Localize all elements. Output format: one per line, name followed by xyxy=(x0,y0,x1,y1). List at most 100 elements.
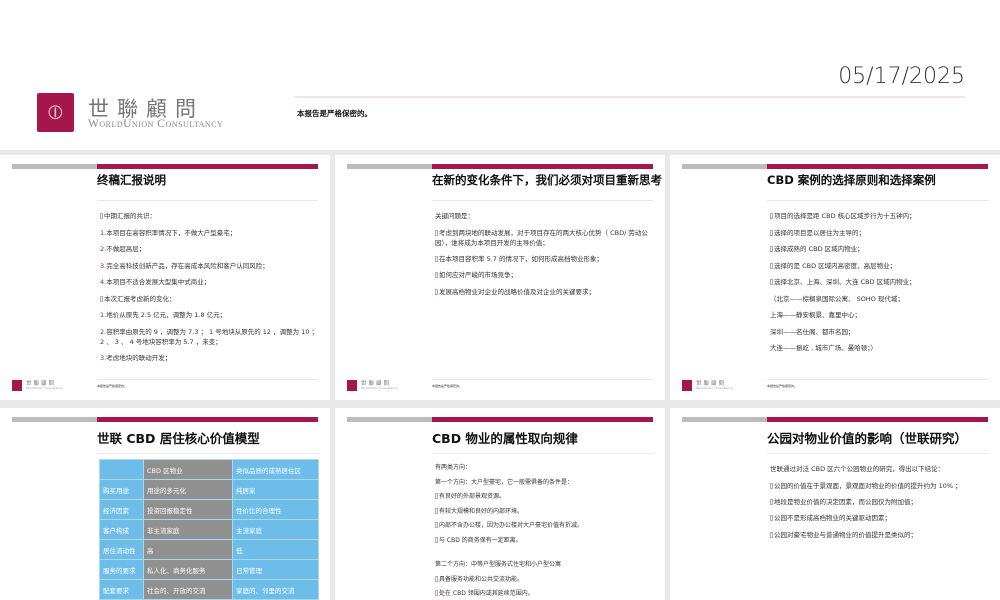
bullet-icon xyxy=(435,575,438,582)
table-cell: 纯居家 xyxy=(232,479,319,500)
table-cell: 投资回报稳定性 xyxy=(143,499,233,520)
list-item: 中期汇报的共识： xyxy=(100,208,320,225)
bullet-icon xyxy=(770,246,773,252)
item-text: 有良好的外部景观资源。 xyxy=(439,493,506,500)
table-cell: 家庭的、邻里的交流 xyxy=(232,579,319,600)
item-text: 完全高科技创新产品，存在高成本风险和客户认同风险； xyxy=(106,261,269,270)
list-item: 如何应对严峻的市场竞争； xyxy=(435,267,655,284)
bullet-icon xyxy=(770,213,773,219)
slide-thumbnail[interactable]: 公园对物业价值的影响（世联研究） 世联通过对泛 CBD 区六个公园物业的研究，得出… xyxy=(670,408,1000,600)
list-item: 在本项目容积率 5.7 的情况下，如何形成高档物业形象； xyxy=(435,251,655,268)
item-text: 公园对豪宅物业与普通物业的价值提升是类似的； xyxy=(774,530,917,539)
list-item: 2.容积率由原先的 9 ，调整为 7.3 ； 1 号地块从原先的 12 ，调整为… xyxy=(100,327,320,347)
slide-thumbnail[interactable]: 终稿汇报说明 中期汇报的共识： 1.本项目在高容积率情况下，不做大户型豪宅； 2.不做… xyxy=(0,155,330,400)
list-item: 2.不做超高层； xyxy=(100,241,320,258)
slide-content: 有两类方向： 第一个方向：大户型豪宅，它一般需俱备的条件是： 有良好的外部景观资源。… xyxy=(435,461,655,600)
list-item: 公园的价值在于景观面，景观面对物业的价值的提升约为 10% ； xyxy=(770,481,990,491)
list-item: 第二个方向：中等户型服务式住宅和小户型公寓 xyxy=(435,558,655,573)
title-divider xyxy=(767,453,988,454)
footer-divider xyxy=(432,379,653,380)
item-text: 考虑地块的联动开发； xyxy=(106,353,172,362)
item-text: 本次汇报考虑新的变化： xyxy=(104,294,176,303)
list-item: 处在 CBD 领围内或其延续范围内。 xyxy=(435,587,655,600)
list-item: 第一个方向：大户型豪宅，它一般需俱备的条件是： xyxy=(435,476,655,491)
item-text: 有较大规模和良好的内部环境。 xyxy=(439,507,524,515)
slide-title: CBD 案例的选择原则和选择案例 xyxy=(767,173,936,187)
table-row: 经济因素 投资回报稳定性 性价比的合理性 xyxy=(99,499,319,520)
footer-logo-english: WorldUnion Consultancy xyxy=(696,386,733,390)
item-text: 公园不是形成高档物业的关键驱动因素； xyxy=(774,514,891,522)
slide-thumbnail[interactable]: CBD 案例的选择原则和选择案例项目的选择是距 CBD 核心区域步行为十五钟内；… xyxy=(670,155,1000,400)
list-item: 1.本项目在高容积率情况下，不做大户型豪宅； xyxy=(100,225,320,242)
list-item: 内部不含办公楼，因为办公楼对大户豪宅价值有折减。 xyxy=(435,519,655,534)
table-cell: 居住流动性 xyxy=(99,539,144,560)
list-item: 发展高档物业对企业的战略价值及对企业的关键要求； xyxy=(435,284,655,301)
bullet-icon xyxy=(770,498,773,505)
logo-english-name: WorldUnion Consultancy xyxy=(88,118,224,130)
list-item: 大连——振屹 , 城市广场、曼哈顿；） xyxy=(770,340,990,357)
list-item: 公园不是形成高档物业的关键驱动因素； xyxy=(770,510,990,527)
list-item: 本次汇报考虑新的变化： xyxy=(100,291,320,308)
slide-content: 项目的选择是距 CBD 核心区域步行为十五钟内； 选择的项目是以居住为主导的； 选择… xyxy=(770,208,990,357)
header-bar-gray xyxy=(682,164,767,169)
footer-logo-icon xyxy=(347,380,357,391)
title-divider xyxy=(97,200,318,201)
table-cell: 类似品质的成熟居住区 xyxy=(232,459,319,480)
item-text: 选择北京、上海、深圳、大连 CBD 区域内物业； xyxy=(774,278,916,286)
list-item: 选择的是 CBD 区域内高密度、高层物业； xyxy=(770,258,990,275)
title-divider xyxy=(432,200,653,201)
item-text: 本项目不适合发展大型集中式商业； xyxy=(106,278,211,286)
report-date: 05/17/2025 xyxy=(838,64,965,89)
item-text: 不做超高层； xyxy=(106,245,146,253)
bullet-icon xyxy=(435,272,438,278)
item-text: 第一个方向：大户型豪宅，它一般需俱备的条件是： xyxy=(435,478,574,486)
item-text: 世联通过对泛 CBD 区六个公园物业的研究，得出以下结论： xyxy=(770,465,945,473)
slide-content: 世联通过对泛 CBD 区六个公园物业的研究，得出以下结论： 公园的价值在于景观面，… xyxy=(770,461,990,543)
item-text: 深圳——名仕阁、都市名园； xyxy=(770,327,855,336)
item-text: 第二个方向：中等户型服务式住宅和小户型公寓 xyxy=(435,561,562,568)
list-item: 具备服务功能和公共交流功能。 xyxy=(435,573,655,588)
bullet-icon xyxy=(435,507,438,514)
footer-divider xyxy=(767,379,988,380)
item-text: 与 CBD 的商务保有一定距离。 xyxy=(439,536,522,544)
table-row: 服务的要求 私人化、商务化服务 日常管理 xyxy=(99,559,319,580)
list-item: （北京——棕榈泉国际公寓、 SOHO 现代城； xyxy=(770,291,990,308)
bullet-icon xyxy=(435,255,438,262)
header-bar-accent xyxy=(432,164,653,169)
footer-logo-english: WorldUnion Consultancy xyxy=(361,386,398,390)
table-cell: 经济因素 xyxy=(99,499,144,520)
item-text: 选择成熟的 CBD 区域内物业； xyxy=(774,245,864,253)
list-item: 3.完全高科技创新产品，存在高成本风险和客户认同风险； xyxy=(100,258,320,275)
slide-content: 中期汇报的共识： 1.本项目在高容积率情况下，不做大户型豪宅； 2.不做超高层； 3.… xyxy=(100,208,320,366)
slide-thumbnail[interactable]: 在新的变化条件下，我们必须对项目重新思考 关键问题是： 考虑到两块地的联动发展，对于… xyxy=(335,155,665,400)
bullet-icon xyxy=(770,515,773,521)
table-cell: 非主流家庭 xyxy=(143,519,233,540)
header-bar-accent xyxy=(767,417,988,422)
bullet-icon xyxy=(770,531,773,538)
table-cell: 配套要求 xyxy=(99,579,144,600)
item-text: 在本项目容积率 5.7 的情况下，如何形成高档物业形象； xyxy=(439,254,603,263)
slide-thumbnail[interactable]: CBD 物业的属性取向规律 有两类方向： 第一个方向：大户型豪宅，它一般需俱备的条件… xyxy=(335,408,665,600)
item-text: 大连——振屹 , 城市广场、曼哈顿；） xyxy=(770,344,877,352)
confidential-notice: 本报告是严格保密的。 xyxy=(297,109,372,118)
list-item: 公园对豪宅物业与普通物业的价值提升是类似的； xyxy=(770,527,990,544)
list-item: 选择的项目是以居住为主导的； xyxy=(770,225,990,242)
bullet-icon xyxy=(435,536,438,543)
header-bar-accent xyxy=(767,164,988,169)
table-row: 配套要求 社会的、开放的交流 家庭的、邻里的交流 xyxy=(99,579,319,600)
slide-thumbnail[interactable]: 世联 CBD 居住核心价值模型 CBD 区物业 类似品质的成熟居住区 购买用途 用途的多… xyxy=(0,408,330,600)
footer-divider xyxy=(97,379,318,380)
table-cell: 服务的要求 xyxy=(99,559,144,580)
divider xyxy=(295,96,965,98)
item-text: 容积率由原先的 9 ，调整为 7.3 ； 1 号地块从原先的 12 ，调整为 1… xyxy=(100,327,319,346)
table-cell: 购买用途 xyxy=(99,479,144,500)
title-divider xyxy=(432,453,653,454)
item-text: 公园的价值在于景观面，景观面对物业的价值的提升约为 10% ； xyxy=(774,481,962,490)
bullet-icon xyxy=(435,522,438,528)
list-item: 地段是物业价值的决定因素，而公园仅为附加值； xyxy=(770,494,990,511)
item-text: 处在 CBD 领围内或其延续范围内。 xyxy=(439,590,534,597)
value-model-table: CBD 区物业 类似品质的成熟居住区 购买用途 用途的多元化 纯居家 经济因素 投资回报稳定… xyxy=(99,459,319,600)
item-text: 项目的选择是距 CBD 核心区域步行为十五钟内； xyxy=(774,212,916,220)
item-text: 具备服务功能和公共交流功能。 xyxy=(439,575,524,583)
bullet-icon xyxy=(770,262,773,269)
